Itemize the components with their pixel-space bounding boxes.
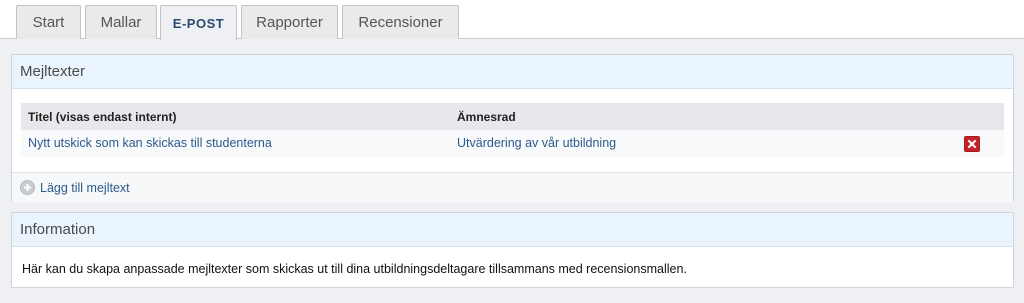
table-row: Nytt utskick som kan skickas till studen… [21, 130, 1004, 157]
information-panel: Information Här kan du skapa anpassade m… [11, 212, 1014, 288]
tab-rapporter[interactable]: Rapporter [241, 5, 338, 39]
information-text: Här kan du skapa anpassade mejltexter so… [22, 262, 687, 276]
delete-button[interactable] [964, 136, 980, 152]
table-header: Titel (visas endast internt) Ämnesrad [21, 103, 1004, 130]
panel-title: Information [12, 213, 1013, 247]
panel-footer: Lägg till mejltext [12, 172, 1013, 202]
column-header-subject: Ämnesrad [457, 110, 516, 124]
column-header-title: Titel (visas endast internt) [28, 110, 177, 124]
tab-bar: Start Mallar E-POST Rapporter Recensione… [0, 0, 1024, 40]
add-mail-text-label: Lägg till mejltext [40, 180, 130, 195]
tab-start[interactable]: Start [16, 5, 81, 39]
tab-mallar[interactable]: Mallar [85, 5, 157, 39]
mail-title-link[interactable]: Nytt utskick som kan skickas till studen… [28, 136, 272, 150]
close-icon [968, 140, 976, 148]
mail-texts-panel: Mejltexter Titel (visas endast internt) … [11, 54, 1014, 202]
tab-e-post[interactable]: E-POST [160, 5, 237, 40]
add-mail-text-button[interactable]: Lägg till mejltext [20, 180, 130, 195]
panel-title: Mejltexter [12, 55, 1013, 89]
plus-circle-icon [20, 180, 35, 195]
mail-subject-link[interactable]: Utvärdering av vår utbildning [457, 136, 616, 150]
tab-recensioner[interactable]: Recensioner [342, 5, 459, 39]
